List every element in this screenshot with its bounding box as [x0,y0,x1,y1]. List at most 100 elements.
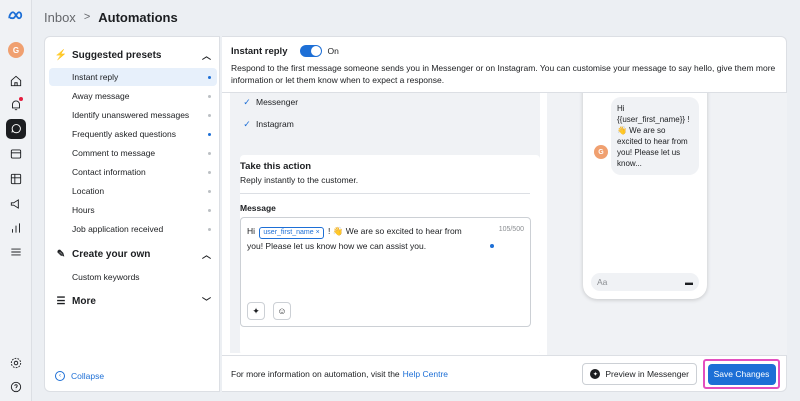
collapse-label: Collapse [71,371,105,381]
sidebar-item-away-message[interactable]: Away message [49,87,217,105]
instant-reply-panel: Instant reply On Respond to the first me… [222,36,787,392]
phone-mockup: Hi {{user_first_name}} ! 👋 We are so exc… [583,93,707,299]
page-title: Automations [98,9,178,25]
chevron-up-icon[interactable]: ︿ [202,248,211,261]
divider [240,193,530,194]
message-content[interactable]: Hi user_first_name × ! 👋 We are so excit… [247,224,472,253]
sidebar-item-instant-reply[interactable]: Instant reply [49,68,217,86]
lightning-icon: ⚡ [54,49,68,61]
instant-reply-description: Respond to the first message someone sen… [231,63,776,85]
account-avatar[interactable]: G [6,40,26,60]
inbox-icon[interactable] [6,119,26,139]
status-dot [208,132,211,136]
footer-info-text: For more information on automation, visi… [231,368,400,379]
collapse-arrow-icon: ‹ [55,371,65,381]
menu-icon[interactable] [6,242,26,262]
more-header[interactable]: ☰ More ﹀ [53,291,211,311]
create-your-own-title: Create your own [72,248,151,260]
save-highlight: Save Changes [703,359,780,389]
sidebar-item-label: Identify unanswered messages [72,110,190,120]
help-centre-link[interactable]: Help Centre [403,369,448,379]
sidebar-item-label: Custom keywords [72,272,140,282]
status-dot [208,189,211,193]
sidebar-item-label: Job application received [72,224,164,234]
status-dot [490,244,494,248]
list-icon: ☰ [56,295,66,307]
instant-reply-header: Instant reply On [231,45,339,57]
instant-reply-title: Instant reply [231,45,288,57]
messenger-preview: Hi {{user_first_name}} ! 👋 We are so exc… [547,93,787,355]
sidebar-item-label: Contact information [72,167,146,177]
collapse-button[interactable]: ‹ Collapse [55,371,104,381]
chevron-up-icon[interactable]: ︿ [202,49,211,62]
chip-close-icon[interactable]: × [316,229,320,236]
toggle-state-label: On [327,46,339,56]
breadcrumb-inbox[interactable]: Inbox [44,10,76,25]
chevron-down-icon[interactable]: ﹀ [202,295,211,308]
content-icon[interactable] [6,144,26,164]
channel-label: Messenger [256,97,299,107]
ai-sparkle-button[interactable]: ✦ [247,302,265,320]
status-dot [208,170,211,174]
chevron-right-icon: > [83,11,91,23]
sidebar-item-hours[interactable]: Hours [49,201,217,219]
suggested-presets-header[interactable]: ⚡ Suggested presets ︿ [53,45,211,65]
sidebar-item-location[interactable]: Location [49,182,217,200]
action-card: Take this action Reply instantly to the … [240,155,540,353]
sidebar-item-comment-to-message[interactable]: Comment to message [49,144,217,162]
sidebar-item-label: Comment to message [72,148,156,158]
save-changes-button[interactable]: Save Changes [707,363,776,385]
save-button-label: Save Changes [713,369,770,379]
home-icon[interactable] [6,71,26,91]
preview-avatar: G [594,145,608,159]
app-rail: G [0,0,32,401]
automations-sidebar: ⚡ Suggested presets ︿ Instant reply Away … [44,36,220,392]
chat-bubble-icon: ▬ [685,277,693,287]
variable-chip[interactable]: user_first_name × [259,227,324,239]
automation-editor: ✓ Messenger ✓ Instagram Take this action… [230,93,540,353]
checkmark-icon: ✓ [243,96,251,107]
sidebar-item-custom-keywords[interactable]: Custom keywords [49,268,217,286]
checkmark-icon: ✓ [243,118,251,129]
sidebar-item-contact-information[interactable]: Contact information [49,163,217,181]
preview-message-bubble: Hi {{user_first_name}} ! 👋 We are so exc… [611,97,699,175]
action-subtitle: Reply instantly to the customer. [240,175,359,185]
insights-icon[interactable] [6,218,26,238]
sidebar-item-job-application-received[interactable]: Job application received [49,220,217,238]
sidebar-item-identify-unanswered-messages[interactable]: Identify unanswered messages [49,106,217,124]
preview-in-messenger-button[interactable]: ✦ Preview in Messenger [582,363,697,385]
character-counter: 105/500 [498,226,524,233]
ads-icon[interactable] [6,194,26,214]
sidebar-item-label: Hours [72,205,95,215]
channel-messenger-checkbox[interactable]: ✓ Messenger [242,96,299,108]
meta-logo-icon[interactable] [6,6,26,26]
status-dot [208,113,211,117]
planner-icon[interactable] [6,169,26,189]
panel-footer: For more information on automation, visi… [222,355,786,391]
status-dot [208,227,211,231]
message-label: Message [240,203,276,213]
message-prefix: Hi [247,226,256,236]
channel-label: Instagram [256,119,294,129]
create-your-own-header[interactable]: ✎ Create your own ︿ [53,244,211,264]
status-dot [208,151,211,155]
instant-reply-toggle[interactable] [299,45,322,57]
help-icon[interactable] [6,377,26,397]
sidebar-item-label: Location [72,186,105,196]
status-dot [208,94,211,98]
breadcrumb: Inbox > Automations [32,0,800,34]
status-dot [208,75,211,79]
messenger-icon: ✦ [590,369,601,379]
sidebar-item-label: Away message [72,91,130,101]
settings-icon[interactable] [6,353,26,373]
more-title: More [72,295,96,307]
variable-chip-label: user_first_name [263,229,314,236]
sidebar-item-frequently-asked-questions[interactable]: Frequently asked questions [49,125,217,143]
notifications-icon[interactable] [6,95,26,115]
pencil-icon: ✎ [56,248,66,260]
message-textarea[interactable]: Hi user_first_name × ! 👋 We are so excit… [240,217,531,327]
emoji-button[interactable]: ☺ [273,302,291,320]
sidebar-item-label: Frequently asked questions [72,129,176,139]
channel-instagram-checkbox[interactable]: ✓ Instagram [242,118,294,130]
preview-compose-field: Aa ▬ [591,273,699,291]
